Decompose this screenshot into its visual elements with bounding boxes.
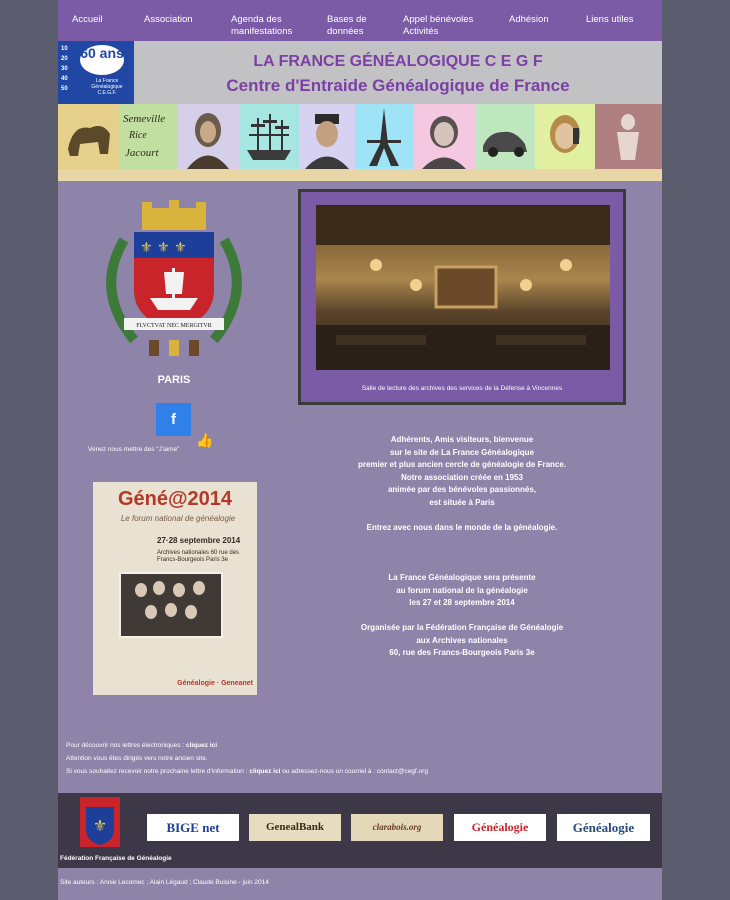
anniversary-logo[interactable]: 10 20 30 40 50 60 ans La France Généalog… (58, 41, 134, 104)
announce-line: les 27 et 28 septembre 2014 (409, 598, 515, 607)
welcome-line: est située à Paris (429, 497, 495, 507)
page: Accueil Association Agenda des manifesta… (58, 0, 662, 900)
reading-room-photo[interactable] (316, 205, 610, 370)
strip-tile-horse (58, 104, 119, 169)
logo-subtitle: La France Généalogique C.E.G.F. (91, 78, 123, 96)
partners-bar: ⚜ Fédération Française de Généalogie BIG… (58, 793, 662, 868)
nav-bases[interactable]: Bases de données (327, 14, 377, 38)
site-subtitle: Centre d'Entraide Généalogique de France (226, 76, 570, 95)
announce-line: aux Archives nationales (416, 635, 508, 645)
top-nav: Accueil Association Agenda des manifesta… (58, 0, 662, 41)
subscribe-line: Si vous souhaitez recevoir notre prochai… (66, 765, 626, 778)
welcome-line: animée par des bénévoles passionnés, (387, 485, 537, 494)
reading-room-frame: Salle de lecture des archives des servic… (298, 189, 626, 405)
subscribe-link[interactable]: cliquez ici (249, 768, 280, 775)
nav-agenda[interactable]: Agenda des manifestations (231, 14, 301, 38)
poster-sponsors: Généalogie · Geneanet (177, 680, 253, 687)
strip-tile-figure (595, 104, 662, 169)
nav-benevoles[interactable]: Appel bénévoles Activités (403, 14, 483, 38)
welcome-line (298, 509, 626, 522)
svg-text:Jacourt: Jacourt (125, 147, 160, 159)
strip-tile-manuscript: Semeville Rice Jacourt (119, 104, 177, 169)
announce-line: 60, rue des Francs-Bourgeois Paris 3e (389, 648, 535, 657)
svg-text:Semeville: Semeville (123, 113, 165, 125)
partner-genealogie-2[interactable]: Généalogie (557, 814, 650, 841)
ffg-logo[interactable]: ⚜ (80, 797, 120, 847)
site-credits: Site auteurs : Annie Lecomec ; Alain Lég… (60, 879, 269, 886)
header-image-strip: Semeville Rice Jacourt (58, 104, 662, 169)
svg-text:Rice: Rice (128, 130, 147, 141)
ffg-label: Fédération Française de Généalogie (60, 855, 172, 862)
welcome-line: Entrez avec nous dans le monde de la gén… (366, 522, 558, 532)
logo-badge: 60 ans (80, 45, 124, 75)
partner-bige[interactable]: BIGE net (147, 814, 239, 841)
nav-accueil[interactable]: Accueil (72, 14, 103, 26)
subscribe-rest: ou adressez-nous un courriel à : contact… (280, 768, 428, 775)
announce-line: Organisée par la Fédération Française de… (360, 623, 564, 632)
strip-tile-officer (299, 104, 355, 169)
poster-dates: 27·28 septembre 2014 (157, 536, 241, 545)
paris-label: PARIS (157, 374, 191, 386)
subscribe-text: Si vous souhaitez recevoir notre prochai… (66, 768, 250, 775)
welcome-line: Notre association créée en 1953 (401, 472, 523, 482)
svg-text:⚜ ⚜ ⚜: ⚜ ⚜ ⚜ (140, 240, 187, 256)
newsletter-link[interactable]: cliquez ici (186, 742, 217, 749)
facebook-like-text: Venez nous mettre des "J'aime" (88, 446, 180, 453)
facebook-button[interactable]: f (156, 403, 191, 436)
forum-poster[interactable]: Géné@2014 Le forum national de généalogi… (93, 482, 257, 695)
decorative-band (58, 169, 662, 181)
coat-motto: FLVCTVAT NEC MERGITVR (136, 323, 212, 329)
strip-tile-eiffel (355, 104, 414, 169)
welcome-text: Adhérents, Amis visiteurs, bienvenue sur… (298, 434, 626, 534)
strip-tile-portrait (177, 104, 239, 169)
poster-place: Archives nationales 60 rue des Francs-Bo… (157, 550, 240, 563)
strip-tile-ship (239, 104, 299, 169)
newsletter-text: Pour découvrir nos lettres électroniques… (66, 742, 186, 749)
announce-line: La France Généalogique sera présente (388, 573, 536, 582)
forum-announcement: La France Généalogique sera présente au … (298, 572, 626, 660)
photo-caption: Salle de lecture des archives des servic… (361, 385, 563, 392)
strip-tile-woman (414, 104, 475, 169)
nav-liens[interactable]: Liens utiles (586, 14, 634, 26)
svg-text:⚜: ⚜ (93, 816, 107, 835)
poster-subtitle: Le forum national de généalogie (120, 514, 236, 523)
paris-coat-of-arms: ⚜ ⚜ ⚜ FLVCTVAT NEC MERGITVR (94, 200, 254, 370)
strip-tile-car (475, 104, 535, 169)
poster-title: Géné@2014 (117, 488, 232, 510)
welcome-line: Adhérents, Amis visiteurs, bienvenue (390, 435, 534, 444)
announce-line (298, 610, 626, 623)
announce-line: au forum national de la généalogie (396, 585, 528, 595)
partner-clarabois[interactable]: clarabois.org (351, 814, 443, 841)
poster-photo (119, 572, 223, 638)
newsletter-notes: Pour découvrir nos lettres électroniques… (66, 739, 626, 778)
site-header: 10 20 30 40 50 60 ans La France Généalog… (58, 41, 662, 104)
welcome-line: sur le site de La France Généalogique (389, 447, 535, 457)
nav-adhesion[interactable]: Adhésion (509, 14, 549, 26)
nav-association[interactable]: Association (144, 14, 193, 26)
site-title: LA FRANCE GÉNÉALOGIQUE C E G F (253, 53, 543, 70)
welcome-line: premier et plus ancien cercle de généalo… (357, 460, 567, 469)
old-site-warning: Attention vous êtes dirigés vers notre a… (66, 755, 208, 762)
partner-genealbank[interactable]: GenealBank (249, 814, 341, 841)
logo-numbers: 10 20 30 40 50 (61, 46, 68, 92)
partner-genealogie-1[interactable]: Généalogie (454, 814, 546, 841)
newsletter-line: Pour découvrir nos lettres électroniques… (66, 739, 626, 752)
strip-tile-phone-woman (535, 104, 595, 169)
